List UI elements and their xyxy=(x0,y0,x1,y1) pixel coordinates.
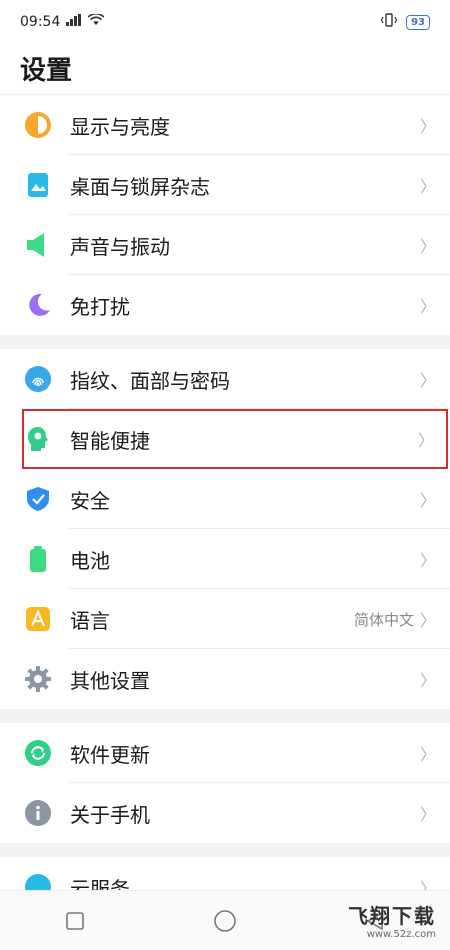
settings-item-label: 语言 xyxy=(70,608,110,633)
settings-item-label: 显示与亮度 xyxy=(70,114,170,139)
settings-item-label: 其他设置 xyxy=(70,668,150,693)
section-divider xyxy=(0,335,450,349)
status-bar: 09:54 93 xyxy=(0,0,450,44)
chevron-right-icon: 〉 xyxy=(420,117,437,136)
chevron-right-icon: 〉 xyxy=(420,371,437,390)
sound-icon xyxy=(24,231,52,259)
settings-item-about-phone[interactable]: 关于手机 〉 xyxy=(0,783,450,843)
chevron-right-icon: 〉 xyxy=(420,177,437,196)
settings-item-language[interactable]: 语言 简体中文 〉 xyxy=(0,589,450,649)
chevron-right-icon: 〉 xyxy=(420,805,437,824)
settings-item-label: 声音与振动 xyxy=(70,234,170,259)
gear-icon xyxy=(24,665,52,693)
settings-group-system: 指纹、面部与密码 〉 智能便捷 〉 安全 〉 电池 〉 语言 简体中文 〉 其他… xyxy=(0,349,450,709)
chevron-right-icon: 〉 xyxy=(418,431,435,450)
settings-group-display: 显示与亮度 〉 桌面与锁屏杂志 〉 声音与振动 〉 免打扰 〉 xyxy=(0,95,450,335)
status-time: 09:54 xyxy=(20,14,61,30)
display-brightness-icon xyxy=(24,111,52,139)
chevron-right-icon: 〉 xyxy=(420,237,437,256)
settings-item-security[interactable]: 安全 〉 xyxy=(0,469,450,529)
chevron-right-icon: 〉 xyxy=(420,611,437,630)
smart-assist-icon xyxy=(24,425,52,453)
home-button[interactable] xyxy=(214,909,236,932)
settings-item-display-brightness[interactable]: 显示与亮度 〉 xyxy=(0,95,450,155)
update-icon xyxy=(24,739,52,767)
watermark-title: 飞翔下载 xyxy=(348,904,436,928)
settings-item-other-settings[interactable]: 其他设置 〉 xyxy=(0,649,450,709)
signal-icon xyxy=(66,14,82,30)
info-icon xyxy=(24,799,52,827)
settings-group-about: 软件更新 〉 关于手机 〉 xyxy=(0,723,450,843)
settings-item-label: 桌面与锁屏杂志 xyxy=(70,174,210,199)
settings-item-fingerprint[interactable]: 指纹、面部与密码 〉 xyxy=(0,349,450,409)
page-title: 设置 xyxy=(20,56,73,86)
settings-item-do-not-disturb[interactable]: 免打扰 〉 xyxy=(0,275,450,335)
watermark-url: www.52z.com xyxy=(366,929,436,940)
chevron-right-icon: 〉 xyxy=(420,671,437,690)
fingerprint-icon xyxy=(24,365,52,393)
settings-item-wallpaper[interactable]: 桌面与锁屏杂志 〉 xyxy=(0,155,450,215)
watermark: 飞翔下载 www.52z.com xyxy=(348,900,436,940)
settings-item-label: 关于手机 xyxy=(70,802,150,827)
language-icon xyxy=(24,605,52,633)
chevron-right-icon: 〉 xyxy=(420,297,437,316)
shield-icon xyxy=(24,485,52,513)
chevron-right-icon: 〉 xyxy=(420,745,437,764)
section-divider xyxy=(0,843,450,857)
settings-item-label: 安全 xyxy=(70,488,110,513)
settings-item-label: 指纹、面部与密码 xyxy=(70,368,230,393)
language-value: 简体中文 xyxy=(353,610,414,629)
chevron-right-icon: 〉 xyxy=(420,551,437,570)
settings-item-label: 电池 xyxy=(70,548,110,573)
settings-item-software-update[interactable]: 软件更新 〉 xyxy=(0,723,450,783)
settings-item-sound[interactable]: 声音与振动 〉 xyxy=(0,215,450,275)
wifi-icon xyxy=(88,13,105,30)
recent-apps-button[interactable] xyxy=(64,910,86,932)
settings-item-smart-assist[interactable]: 智能便捷 〉 xyxy=(22,409,448,469)
battery-level: 93 xyxy=(406,14,430,30)
section-divider xyxy=(0,709,450,723)
battery-icon xyxy=(24,545,52,573)
moon-icon xyxy=(24,291,52,319)
settings-item-label: 免打扰 xyxy=(70,294,130,319)
vibrate-icon xyxy=(380,13,398,31)
wallpaper-icon xyxy=(24,171,52,199)
chevron-right-icon: 〉 xyxy=(420,491,437,510)
settings-item-battery[interactable]: 电池 〉 xyxy=(0,529,450,589)
settings-item-label: 智能便捷 xyxy=(70,428,150,453)
settings-item-label: 软件更新 xyxy=(70,742,150,767)
